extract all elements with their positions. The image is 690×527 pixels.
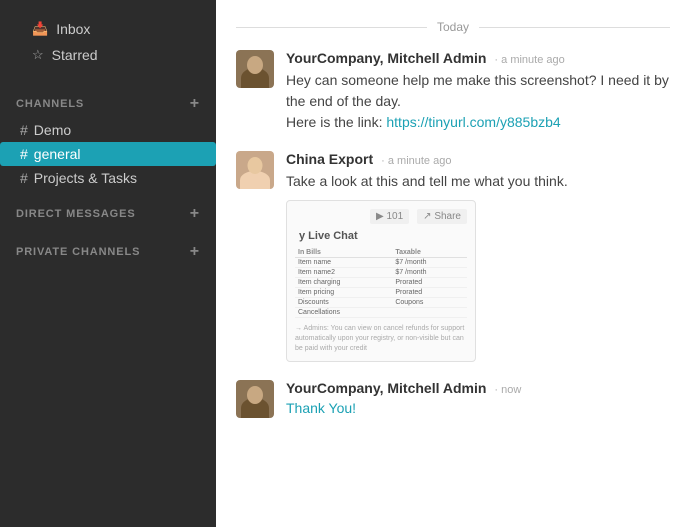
direct-messages-title: DIRECT MESSAGES [16,208,136,220]
channels-section: CHANNELS + # Demo # general # Projects &… [0,96,216,190]
main-content: Today YourCompany, Mitchell Admin · a mi… [216,0,690,527]
message-2-content: China Export · a minute ago Take a look … [286,151,670,362]
table-row: Item chargingProrated [295,278,467,288]
hash-icon-general: # [20,146,28,162]
channel-general-label: general [34,146,81,162]
message-1-text: Hey can someone help me make this screen… [286,70,670,133]
message-1-author: YourCompany, Mitchell Admin [286,50,486,66]
preview-col1: In Bills [295,248,392,258]
channel-item-demo[interactable]: # Demo [16,118,200,142]
channel-item-general[interactable]: # general [0,142,216,166]
inbox-label: Inbox [56,21,90,37]
preview-table: In Bills Taxable Item name$7 /month Item… [295,248,467,318]
preview-btn2[interactable]: ↗ Share [417,209,467,224]
message-3-header: YourCompany, Mitchell Admin · now [286,380,670,396]
preview-footer: → Admins: You can view on cancel refunds… [295,324,467,353]
message-3-text: Thank You! [286,400,670,416]
channel-item-projects[interactable]: # Projects & Tasks [16,166,200,190]
preview-header: ▶ 101 ↗ Share [295,209,467,224]
add-channel-button[interactable]: + [190,96,200,112]
table-row: Item name2$7 /month [295,268,467,278]
date-divider-text: Today [437,20,469,34]
direct-messages-section: DIRECT MESSAGES + [0,206,216,228]
private-channels-header: PRIVATE CHANNELS + [16,244,200,260]
message-2-time: · a minute ago [381,155,451,167]
avatar-mitchell-2 [236,380,274,418]
hash-icon-projects: # [20,170,28,186]
table-row: Item pricingProrated [295,288,467,298]
avatar-china [236,151,274,189]
private-channels-section: PRIVATE CHANNELS + [0,244,216,266]
message-1-time: · a minute ago [494,54,564,66]
message-3-author: YourCompany, Mitchell Admin [286,380,486,396]
avatar-mitchell-1 [236,50,274,88]
date-divider: Today [236,20,670,34]
preview-btn1[interactable]: ▶ 101 [370,209,409,224]
sidebar: 📥 Inbox ☆ Starred CHANNELS + # Demo # ge… [0,0,216,527]
channel-demo-label: Demo [34,122,71,138]
star-icon: ☆ [32,47,44,63]
message-2: China Export · a minute ago Take a look … [236,151,670,362]
message-1-header: YourCompany, Mitchell Admin · a minute a… [286,50,670,66]
sidebar-item-starred[interactable]: ☆ Starred [16,42,200,68]
message-2-text: Take a look at this and tell me what you… [286,171,670,192]
divider-line-right [479,27,670,28]
add-direct-message-button[interactable]: + [190,206,200,222]
inbox-icon: 📥 [32,21,48,37]
direct-messages-header: DIRECT MESSAGES + [16,206,200,222]
preview-col2: Taxable [392,248,467,258]
sidebar-top: 📥 Inbox ☆ Starred [0,0,216,80]
message-3-content: YourCompany, Mitchell Admin · now Thank … [286,380,670,418]
divider-line-left [236,27,427,28]
table-row: DiscountsCoupons [295,298,467,308]
private-channels-title: PRIVATE CHANNELS [16,246,140,258]
starred-label: Starred [52,47,98,63]
preview-title: y Live Chat [295,230,467,242]
messages-area[interactable]: Today YourCompany, Mitchell Admin · a mi… [216,0,690,527]
channel-projects-label: Projects & Tasks [34,170,137,186]
message-1: YourCompany, Mitchell Admin · a minute a… [236,50,670,133]
sidebar-item-inbox[interactable]: 📥 Inbox [16,16,200,42]
message-3-time: · now [494,384,521,396]
table-row: Cancellations [295,308,467,318]
message-3: YourCompany, Mitchell Admin · now Thank … [236,380,670,418]
channels-section-header: CHANNELS + [16,96,200,112]
message-1-content: YourCompany, Mitchell Admin · a minute a… [286,50,670,133]
message-2-header: China Export · a minute ago [286,151,670,167]
channels-title: CHANNELS [16,98,84,110]
hash-icon-demo: # [20,122,28,138]
message-1-link[interactable]: https://tinyurl.com/y885bzb4 [386,114,560,130]
table-row: Item name$7 /month [295,258,467,268]
add-private-channel-button[interactable]: + [190,244,200,260]
image-preview: ▶ 101 ↗ Share y Live Chat In Bills Taxab… [286,200,476,362]
message-2-author: China Export [286,151,373,167]
